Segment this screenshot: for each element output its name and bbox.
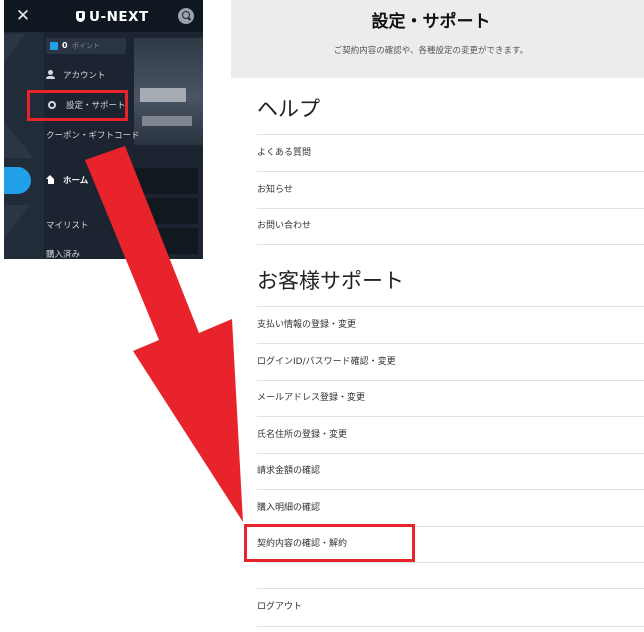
support-item-purchase-history[interactable]: 購入明細の確認 xyxy=(257,490,644,526)
support-item-billing[interactable]: 請求金額の確認 xyxy=(257,453,644,489)
row-label: よくある質問 xyxy=(257,148,312,158)
menu-decor-shape xyxy=(4,205,30,239)
support-item-address[interactable]: 氏名住所の登録・変更 xyxy=(257,417,644,453)
active-indicator xyxy=(4,167,31,194)
row-label: 支払い情報の登録・変更 xyxy=(257,320,357,330)
page-subtitle: ご契約内容の確認や、各種設定の変更ができます。 xyxy=(333,46,529,56)
help-item-contact[interactable]: お問い合わせ xyxy=(257,208,644,244)
home-icon xyxy=(46,175,55,184)
settings-header: 設定・サポート ご契約内容の確認や、各種設定の変更ができます。 xyxy=(231,0,644,78)
help-item-news[interactable]: お知らせ xyxy=(257,172,644,208)
logout-item[interactable]: ログアウト xyxy=(257,589,644,625)
content-tile[interactable] xyxy=(134,168,198,194)
promo-blurred-text xyxy=(140,88,186,102)
page-title: 設定・サポート xyxy=(371,12,491,32)
settings-page: 設定・サポート ご契約内容の確認や、各種設定の変更ができます。 ヘルプ よくある… xyxy=(231,0,644,632)
settings-highlight-box xyxy=(27,90,128,121)
row-label: 氏名住所の登録・変更 xyxy=(257,430,348,440)
support-item-payment[interactable]: 支払い情報の登録・変更 xyxy=(257,307,644,343)
row-label: お知らせ xyxy=(257,185,293,195)
divider xyxy=(257,244,644,245)
menu-item-label: 購入済み xyxy=(46,250,81,259)
menu-item-label: マイリスト xyxy=(46,221,89,231)
promo-thumbnail[interactable] xyxy=(134,38,203,145)
close-icon[interactable]: ✕ xyxy=(13,6,33,26)
menu-item-home[interactable]: ホーム xyxy=(46,171,88,191)
row-label: お問い合わせ xyxy=(257,221,312,231)
menu-decor-shape xyxy=(4,122,34,158)
menu-item-account[interactable]: アカウント xyxy=(46,66,106,86)
row-label: 請求金額の確認 xyxy=(257,466,321,476)
divider xyxy=(257,562,644,563)
side-menu: ✕ U-NEXT 0 ポイント アカウント 設定・サポート クーポン・ギフトコー… xyxy=(4,0,203,259)
menu-decor-shape xyxy=(4,34,26,62)
account-icon xyxy=(46,70,55,79)
points-icon xyxy=(50,42,58,50)
row-label: メールアドレス登録・変更 xyxy=(257,393,366,403)
support-item-email[interactable]: メールアドレス登録・変更 xyxy=(257,380,644,416)
points-badge[interactable]: 0 ポイント xyxy=(46,38,126,54)
menu-item-label: クーポン・ギフトコード xyxy=(46,131,140,141)
menu-header: ✕ U-NEXT xyxy=(4,0,203,32)
contract-highlight-box xyxy=(244,524,415,562)
row-label: ログインID/パスワード確認・変更 xyxy=(257,357,396,367)
help-item-faq[interactable]: よくある質問 xyxy=(257,135,644,171)
divider xyxy=(257,626,644,627)
menu-item-purchased[interactable]: 購入済み xyxy=(46,245,80,259)
menu-item-label: アカウント xyxy=(63,71,106,81)
promo-blurred-text xyxy=(142,116,192,126)
points-unit: ポイント xyxy=(72,42,100,50)
section-title-support: お客様サポート xyxy=(257,269,404,293)
content-tile[interactable] xyxy=(134,198,198,224)
brand-logo[interactable]: U-NEXT xyxy=(76,8,149,26)
row-label: ログアウト xyxy=(257,602,303,612)
content-tile[interactable] xyxy=(134,228,198,254)
search-icon[interactable] xyxy=(178,8,194,24)
menu-item-coupon[interactable]: クーポン・ギフトコード xyxy=(46,126,140,146)
menu-item-mylist[interactable]: マイリスト xyxy=(46,216,89,236)
row-label: 購入明細の確認 xyxy=(257,503,321,513)
section-title-help: ヘルプ xyxy=(257,97,320,121)
support-item-login[interactable]: ログインID/パスワード確認・変更 xyxy=(257,344,644,380)
menu-item-label: ホーム xyxy=(63,176,89,186)
shield-logo-icon xyxy=(76,11,85,22)
points-value: 0 xyxy=(62,41,68,50)
logo-text: U-NEXT xyxy=(89,9,149,25)
